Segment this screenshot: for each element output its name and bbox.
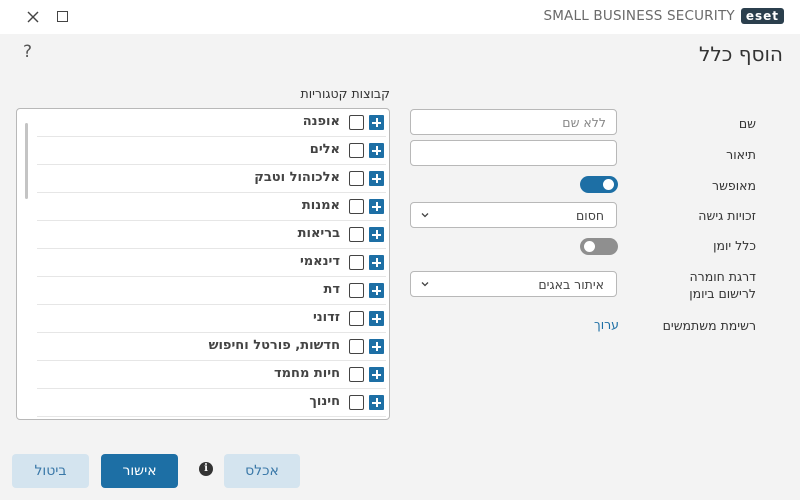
category-row[interactable]: חינוך [37, 389, 386, 417]
expand-plus-icon[interactable] [369, 395, 384, 410]
access-rights-value: חסום [576, 208, 604, 223]
enabled-toggle[interactable] [580, 176, 618, 193]
category-checkbox[interactable] [349, 395, 364, 410]
expand-plus-icon[interactable] [369, 227, 384, 242]
expand-plus-icon[interactable] [369, 255, 384, 270]
category-checkbox[interactable] [349, 115, 364, 130]
category-row[interactable]: דינאמי [37, 249, 386, 277]
name-placeholder: ללא שם [562, 115, 606, 130]
access-rights-select[interactable]: חסום [410, 202, 617, 228]
category-row[interactable]: זדוני [37, 305, 386, 333]
expand-plus-icon[interactable] [369, 143, 384, 158]
expand-plus-icon[interactable] [369, 115, 384, 130]
brand: eset SMALL BUSINESS SECURITY [543, 8, 784, 24]
category-label: אלים [309, 142, 340, 157]
category-label: בריאות [297, 226, 340, 241]
category-checkbox[interactable] [349, 367, 364, 382]
category-checkbox[interactable] [349, 227, 364, 242]
product-name: SMALL BUSINESS SECURITY [543, 8, 735, 24]
category-row[interactable]: דת [37, 277, 386, 305]
category-row[interactable]: אלים [37, 137, 386, 165]
eset-logo: eset [740, 8, 784, 24]
category-label: אלכוהול וטבק [254, 170, 340, 185]
name-label: שם [738, 116, 756, 131]
description-input[interactable] [410, 140, 617, 166]
cancel-button[interactable]: ביטול [12, 454, 89, 488]
category-label: חינוך [309, 394, 340, 409]
category-checkbox[interactable] [349, 143, 364, 158]
category-label: זדוני [312, 310, 340, 325]
title-bar: eset SMALL BUSINESS SECURITY [0, 0, 800, 34]
category-checkbox[interactable] [349, 199, 364, 214]
category-checkbox[interactable] [349, 255, 364, 270]
ok-button[interactable]: אישור [101, 454, 178, 488]
category-row[interactable]: חיות מחמד [37, 361, 386, 389]
category-row[interactable]: בריאות [37, 221, 386, 249]
categories-header: קבוצות קטגוריות [300, 86, 390, 101]
category-label: חדשות, פורטל וחיפוש [208, 338, 340, 353]
log-severity-value: איתור באגים [538, 277, 604, 292]
expand-plus-icon[interactable] [369, 199, 384, 214]
category-checkbox[interactable] [349, 311, 364, 326]
toggle-knob [603, 179, 614, 190]
category-row[interactable]: אופנה [37, 109, 386, 137]
log-rule-label: כלל יומן [713, 238, 756, 253]
categories-list[interactable]: אופנה אלים אלכוהול וטבק אמנות בריאות דינאמי דת… [16, 108, 390, 420]
user-list-label: רשימת משתמשים [662, 318, 756, 333]
category-checkbox[interactable] [349, 339, 364, 354]
category-label: דת [323, 282, 340, 297]
maximize-icon[interactable] [57, 11, 68, 22]
category-label: חיות מחמד [273, 366, 340, 381]
toggle-knob [584, 241, 595, 252]
populate-button[interactable]: אכלס [224, 454, 300, 488]
category-checkbox[interactable] [349, 171, 364, 186]
chevron-down-icon [421, 282, 429, 287]
scrollbar[interactable] [25, 123, 28, 199]
info-icon[interactable]: i [199, 462, 213, 476]
log-severity-select[interactable]: איתור באגים [410, 271, 617, 297]
page-title: הוסף כלל [699, 42, 783, 66]
log-rule-toggle[interactable] [580, 238, 618, 255]
expand-plus-icon[interactable] [369, 171, 384, 186]
category-checkbox[interactable] [349, 283, 364, 298]
edit-user-list-link[interactable]: ערוך [594, 317, 619, 332]
category-label: אופנה [302, 114, 340, 129]
name-input[interactable]: ללא שם [410, 109, 617, 135]
category-row[interactable]: חדשות, פורטל וחיפוש [37, 333, 386, 361]
access-rights-label: זכויות גישה [698, 208, 756, 223]
expand-plus-icon[interactable] [369, 367, 384, 382]
expand-plus-icon[interactable] [369, 283, 384, 298]
expand-plus-icon[interactable] [369, 311, 384, 326]
chevron-down-icon [421, 213, 429, 218]
help-icon[interactable]: ? [23, 42, 32, 62]
category-label: דינאמי [299, 254, 340, 269]
category-row[interactable]: אמנות [37, 193, 386, 221]
enabled-label: מאופשר [712, 178, 756, 193]
close-icon[interactable] [24, 8, 42, 26]
category-row[interactable]: אלכוהול וטבק [37, 165, 386, 193]
expand-plus-icon[interactable] [369, 339, 384, 354]
category-label: אמנות [301, 198, 340, 213]
log-severity-label: דרגת חומרה לרישום ביומן [689, 269, 756, 301]
description-label: תיאור [726, 147, 756, 162]
